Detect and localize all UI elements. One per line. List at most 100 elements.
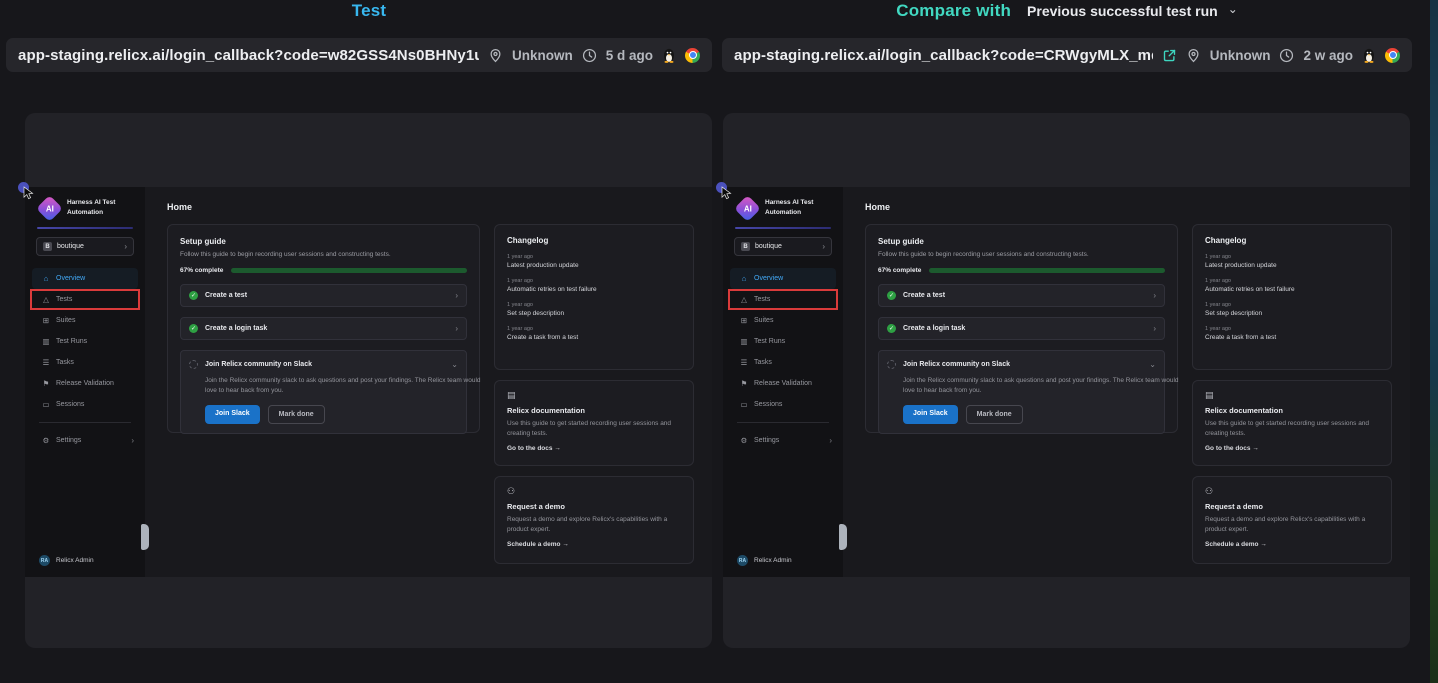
clock-icon bbox=[1279, 48, 1294, 63]
external-link-icon[interactable] bbox=[1162, 48, 1177, 63]
location-pin-icon bbox=[1186, 48, 1201, 63]
sidebar-item-release-validation: ⚑ Release Validation bbox=[32, 373, 138, 394]
changelog-card: Changelog 1 year ago Latest production u… bbox=[1192, 224, 1392, 370]
avatar: RA bbox=[39, 555, 50, 566]
documentation-card: ▤ Relicx documentation Use this guide to… bbox=[494, 380, 694, 466]
sidebar-item-sessions: ▭ Sessions bbox=[32, 394, 138, 415]
sidebar-item-label: Settings bbox=[754, 437, 779, 444]
compare-run-dropdown[interactable]: Previous successful test run ⌄ bbox=[1027, 3, 1238, 19]
empty-circle-icon bbox=[189, 360, 198, 369]
sidebar-divider bbox=[39, 422, 131, 423]
chevron-right-icon: › bbox=[822, 242, 825, 251]
home-icon: ⌂ bbox=[740, 275, 748, 283]
sidebar-item-label: Tasks bbox=[56, 359, 74, 366]
check-circle-icon: ✓ bbox=[189, 291, 198, 300]
project-name: boutique bbox=[755, 243, 817, 250]
location-pin-icon bbox=[488, 48, 503, 63]
test-panel-header: Test bbox=[25, 0, 713, 22]
list-icon: ☰ bbox=[740, 359, 748, 367]
changelog-card: Changelog 1 year ago Latest production u… bbox=[494, 224, 694, 370]
checklist-item-create-test: ✓ Create a test › bbox=[878, 284, 1165, 307]
sidebar-item-settings: ⚙ Settings › bbox=[730, 430, 836, 451]
project-selector: B boutique › bbox=[36, 237, 134, 256]
sidebar-item-label: Test Runs bbox=[754, 338, 785, 345]
compare-screenshot-container[interactable]: AI Harness AI Test Automation B boutique… bbox=[723, 113, 1410, 648]
brand-divider bbox=[735, 227, 831, 229]
progress-label: 67% complete bbox=[878, 267, 921, 274]
background-wallpaper-strip bbox=[1430, 0, 1438, 683]
check-circle-icon: ✓ bbox=[887, 291, 896, 300]
sidebar-item-overview: ⌂ Overview bbox=[32, 268, 138, 289]
sidebar-item-suites: ⊞ Suites bbox=[730, 310, 836, 331]
list-icon: ☰ bbox=[42, 359, 50, 367]
app-screenshot: AI Harness AI Test Automation B boutique… bbox=[25, 187, 712, 577]
setup-guide-title: Setup guide bbox=[878, 237, 1165, 246]
harness-logo-icon: AI bbox=[734, 195, 761, 222]
checklist-item-create-login-task: ✓ Create a login task › bbox=[878, 317, 1165, 340]
go-to-docs-link: Go to the docs → bbox=[1205, 445, 1379, 452]
compare-age: 2 w ago bbox=[1303, 48, 1353, 63]
flask-icon: △ bbox=[42, 296, 50, 304]
sidebar-item-label: Tests bbox=[754, 296, 770, 303]
changelog-entry: 1 year ago Automatic retries on test fai… bbox=[507, 278, 681, 293]
checklist-item-create-login-task: ✓ Create a login task › bbox=[180, 317, 467, 340]
checklist-item-description: Join the Relicx community slack to ask q… bbox=[205, 376, 481, 396]
join-slack-button: Join Slack bbox=[205, 405, 260, 424]
harness-logo-icon: AI bbox=[36, 195, 63, 222]
chrome-icon bbox=[685, 48, 700, 63]
sidebar-item-label: Sessions bbox=[56, 401, 84, 408]
mark-done-button: Mark done bbox=[268, 405, 325, 424]
schedule-demo-link: Schedule a demo → bbox=[507, 541, 681, 548]
linux-penguin-icon bbox=[662, 48, 676, 63]
compare-panel-title: Compare with bbox=[896, 1, 1011, 21]
sidebar-item-label: Overview bbox=[754, 275, 783, 282]
test-url-bar: app-staging.relicx.ai/login_callback?cod… bbox=[6, 38, 712, 72]
changelog-entry: 1 year ago Set step description bbox=[1205, 302, 1379, 317]
sidebar-item-label: Suites bbox=[754, 317, 773, 324]
sidebar-item-tasks: ☰ Tasks bbox=[32, 352, 138, 373]
flag-icon: ⚑ bbox=[42, 380, 50, 388]
video-icon: ▭ bbox=[42, 401, 50, 409]
sidebar-item-label: Release Validation bbox=[754, 380, 812, 387]
changelog-entry: 1 year ago Latest production update bbox=[1205, 254, 1379, 269]
chevron-down-icon: ⌄ bbox=[451, 360, 458, 369]
join-slack-button: Join Slack bbox=[903, 405, 958, 424]
book-icon: ▤ bbox=[507, 391, 681, 400]
setup-guide-card: Setup guide Follow this guide to begin r… bbox=[167, 224, 480, 433]
chevron-right-icon: › bbox=[829, 436, 832, 445]
chevron-right-icon: › bbox=[131, 436, 134, 445]
check-circle-icon: ✓ bbox=[189, 324, 198, 333]
compare-panel-header: Compare with Previous successful test ru… bbox=[723, 0, 1411, 22]
grid-icon: ⊞ bbox=[740, 317, 748, 325]
progress-bar bbox=[231, 268, 467, 273]
user-name: Relicx Admin bbox=[56, 557, 94, 564]
user-account: RA Relicx Admin bbox=[737, 555, 792, 566]
compare-url: app-staging.relicx.ai/login_callback?cod… bbox=[734, 47, 1153, 64]
gear-icon: ⚙ bbox=[42, 437, 50, 445]
setup-progress: 67% complete bbox=[878, 267, 1165, 274]
user-name: Relicx Admin bbox=[754, 557, 792, 564]
gear-icon: ⚙ bbox=[740, 437, 748, 445]
request-demo-card: ⚇ Request a demo Request a demo and expl… bbox=[1192, 476, 1392, 564]
sidebar-nav: ⌂ Overview △ Tests ⊞ Suites ▥ Test Runs … bbox=[723, 268, 843, 451]
flask-icon: △ bbox=[740, 296, 748, 304]
sidebar-item-release-validation: ⚑ Release Validation bbox=[730, 373, 836, 394]
sidebar-item-test-runs: ▥ Test Runs bbox=[730, 331, 836, 352]
setup-guide-title: Setup guide bbox=[180, 237, 467, 246]
sidebar-nav: ⌂ Overview △ Tests ⊞ Suites ▥ Test Runs … bbox=[25, 268, 145, 451]
checklist-item-description: Join the Relicx community slack to ask q… bbox=[903, 376, 1179, 396]
app-sidebar: AI Harness AI Test Automation B boutique… bbox=[723, 187, 843, 577]
changelog-title: Changelog bbox=[1205, 236, 1379, 245]
project-name: boutique bbox=[57, 243, 119, 250]
app-main: Home Setup guide Follow this guide to be… bbox=[843, 187, 1410, 577]
setup-progress: 67% complete bbox=[180, 267, 467, 274]
chevron-right-icon: › bbox=[124, 242, 127, 251]
page-title: Home bbox=[145, 187, 712, 212]
test-screenshot-container[interactable]: AI Harness AI Test Automation B boutique… bbox=[25, 113, 712, 648]
changelog-entry: 1 year ago Create a task from a test bbox=[1205, 326, 1379, 341]
page-title: Home bbox=[843, 187, 1410, 212]
progress-label: 67% complete bbox=[180, 267, 223, 274]
brand-divider bbox=[37, 227, 133, 229]
home-icon: ⌂ bbox=[42, 275, 50, 283]
chevron-right-icon: › bbox=[1153, 324, 1156, 333]
